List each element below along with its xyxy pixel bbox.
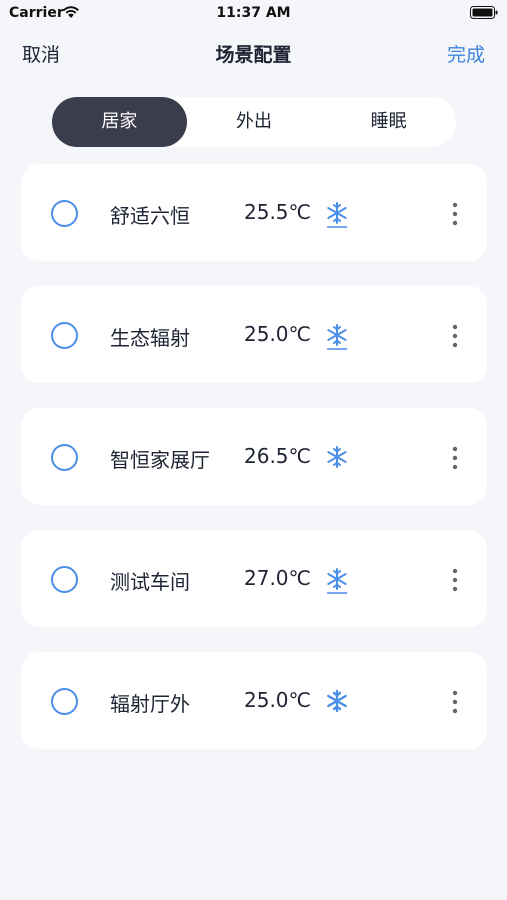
scene-name: 辐射厅外	[110, 692, 190, 716]
scene-name: 智恒家展厅	[110, 448, 210, 472]
page-title: 场景配置	[215, 44, 292, 66]
done-button[interactable]: 完成	[447, 40, 485, 67]
select-radio[interactable]	[51, 322, 78, 349]
tab-home[interactable]: 居家	[52, 97, 187, 147]
status-bar: Carrier 11:37 AM	[0, 0, 507, 28]
nav-bar: 取消 场景配置 完成	[0, 28, 507, 78]
more-options-icon[interactable]	[445, 444, 465, 472]
more-options-icon[interactable]	[445, 566, 465, 594]
snowflake-icon	[327, 324, 347, 350]
select-radio[interactable]	[51, 444, 78, 471]
battery-icon	[470, 6, 498, 19]
select-radio[interactable]	[51, 688, 78, 715]
scene-list: 舒适六恒 25.5℃ 生态辐射 25.0℃ 智恒家展厅 26.5℃ 测试车间 2…	[21, 164, 487, 774]
more-options-icon[interactable]	[445, 200, 465, 228]
scene-name: 舒适六恒	[110, 204, 190, 228]
select-radio[interactable]	[51, 200, 78, 227]
scene-temperature: 27.0℃	[244, 566, 311, 590]
tab-sleep[interactable]: 睡眠	[321, 97, 456, 147]
scene-card[interactable]: 舒适六恒 25.5℃	[21, 164, 487, 261]
scene-temperature: 25.0℃	[244, 322, 311, 346]
more-options-icon[interactable]	[445, 688, 465, 716]
tab-away[interactable]: 外出	[187, 97, 322, 147]
scene-temperature: 26.5℃	[244, 444, 311, 468]
select-radio[interactable]	[51, 566, 78, 593]
scene-mode-tabs: 居家 外出 睡眠	[52, 97, 456, 147]
scene-card[interactable]: 测试车间 27.0℃	[21, 530, 487, 627]
snowflake-icon	[327, 568, 347, 594]
scene-temperature: 25.5℃	[244, 200, 311, 224]
scene-name: 生态辐射	[110, 326, 190, 350]
snowflake-icon	[327, 689, 347, 713]
scene-temperature: 25.0℃	[244, 688, 311, 712]
status-time: 11:37 AM	[216, 5, 291, 21]
scene-card[interactable]: 智恒家展厅 26.5℃	[21, 408, 487, 505]
more-options-icon[interactable]	[445, 322, 465, 350]
scene-name: 测试车间	[110, 570, 190, 594]
scene-card[interactable]: 辐射厅外 25.0℃	[21, 652, 487, 749]
snowflake-icon	[327, 202, 347, 228]
scene-card[interactable]: 生态辐射 25.0℃	[21, 286, 487, 383]
snowflake-icon	[327, 446, 347, 468]
